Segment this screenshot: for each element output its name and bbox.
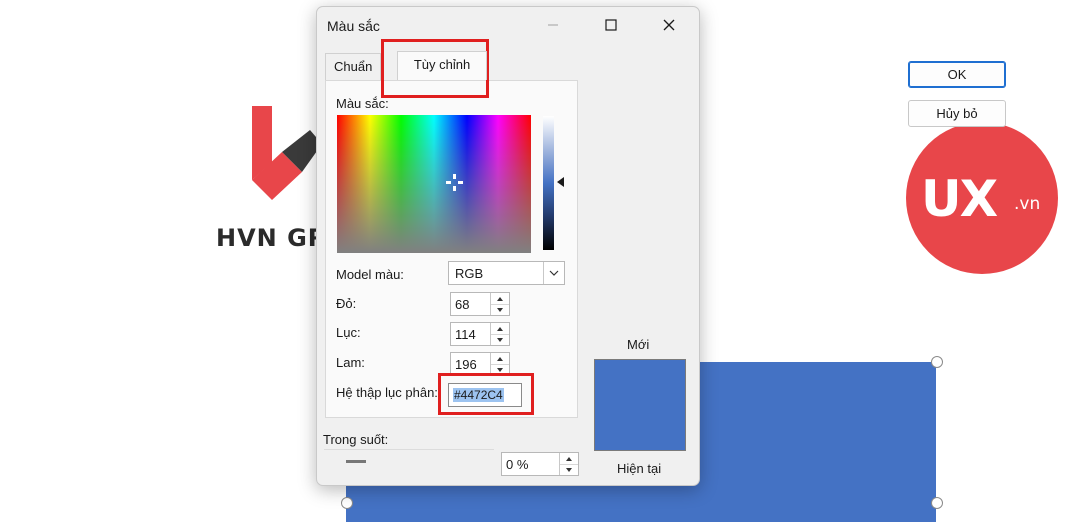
blue-value: 196 <box>455 357 477 372</box>
red-down-icon[interactable] <box>491 304 509 315</box>
transparency-down-icon[interactable] <box>560 464 578 475</box>
resize-handle-bottom-right[interactable] <box>931 497 943 509</box>
ok-button[interactable]: OK <box>908 61 1006 88</box>
color-model-value: RGB <box>455 266 484 281</box>
transparency-slider-thumb[interactable] <box>346 460 366 463</box>
resize-handle-bottom-left[interactable] <box>341 497 353 509</box>
dialog-titlebar[interactable]: Màu sắc <box>317 7 699 45</box>
hex-label: Hệ thập lục phân: <box>336 385 438 400</box>
color-model-label: Model màu: <box>336 267 404 282</box>
crosshair-icon <box>446 174 463 191</box>
resize-handle-top-right[interactable] <box>931 356 943 368</box>
dialog-title: Màu sắc <box>327 18 380 34</box>
color-preview-swatch <box>594 359 686 451</box>
green-label: Lục: <box>336 325 361 340</box>
current-label: Hiện tại <box>617 461 662 476</box>
transparency-value: 0 % <box>506 457 529 472</box>
color-model-select[interactable]: RGB <box>448 261 565 285</box>
red-value: 68 <box>455 297 470 312</box>
close-button[interactable] <box>651 11 687 39</box>
close-icon <box>663 19 675 31</box>
luminance-arrow-icon[interactable] <box>557 177 564 187</box>
blue-label: Lam: <box>336 355 365 370</box>
highlight-box-hex <box>438 373 534 415</box>
green-stepper[interactable]: 114 <box>450 322 510 346</box>
cancel-button[interactable]: Hủy bỏ <box>908 100 1006 127</box>
transparency-stepper[interactable]: 0 % <box>501 452 579 476</box>
tab-standard[interactable]: Chuẩn <box>325 53 381 80</box>
maximize-button[interactable] <box>593 11 629 39</box>
minimize-icon <box>548 24 558 26</box>
tab-custom[interactable]: Tùy chỉnh <box>397 51 487 80</box>
new-label: Mới <box>627 337 650 352</box>
green-down-icon[interactable] <box>491 334 509 345</box>
ux-logo-suffix: .vn <box>1014 194 1041 214</box>
ux-logo-text: UX <box>921 170 998 228</box>
transparency-label: Trong suốt: <box>323 432 389 447</box>
red-label: Đỏ: <box>336 296 357 311</box>
color-spectrum[interactable] <box>337 115 531 253</box>
minimize-button[interactable] <box>535 11 571 39</box>
colors-label: Màu sắc: <box>336 96 389 111</box>
transparency-track-top <box>324 449 494 450</box>
chevron-down-icon <box>543 262 564 284</box>
green-value: 114 <box>455 327 476 342</box>
red-stepper[interactable]: 68 <box>450 292 510 316</box>
luminance-slider[interactable] <box>543 116 554 250</box>
hvn-logo-text: HVN GR <box>216 224 328 252</box>
maximize-icon <box>605 19 617 31</box>
